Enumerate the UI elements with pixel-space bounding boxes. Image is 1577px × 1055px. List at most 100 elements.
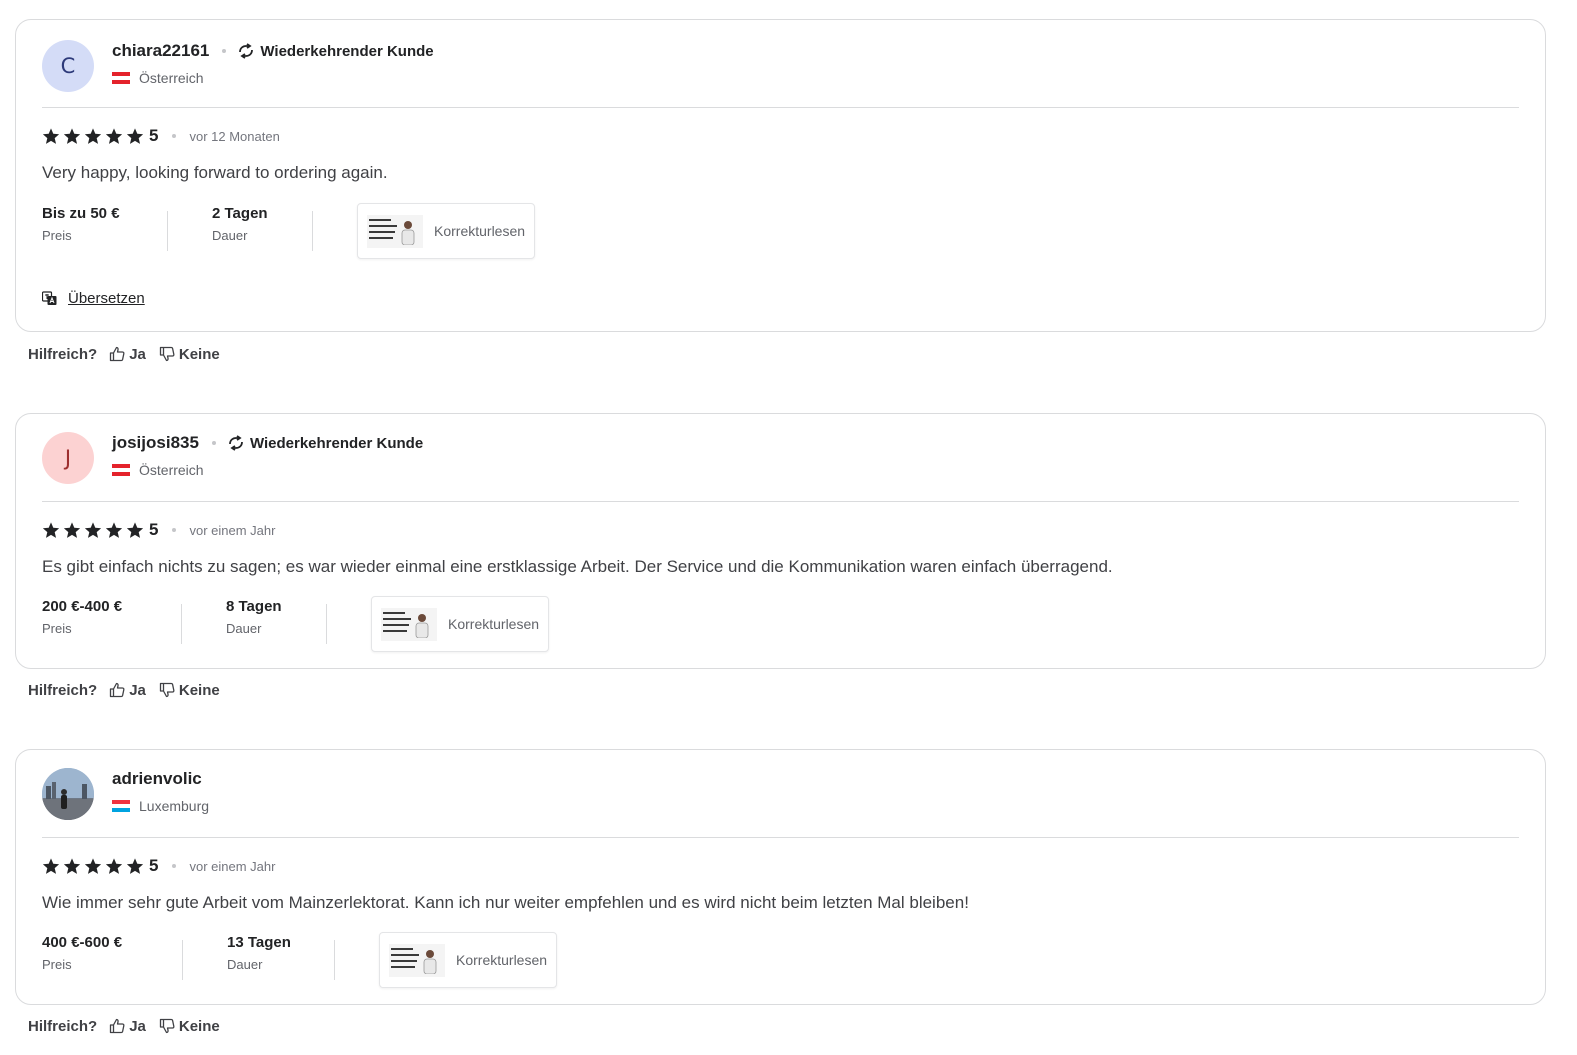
name-row: adrienvolic [112, 768, 202, 790]
review-meta: 400 €-600 € Preis 13 Tagen Dauer Korrekt… [42, 932, 558, 988]
name-row: josijosi835 Wiederkehrender Kunde [112, 432, 423, 454]
star-icon [63, 521, 81, 538]
helpful-no-label[interactable]: Keine [179, 682, 220, 699]
divider [42, 837, 1519, 838]
repeat-customer-label: Wiederkehrender Kunde [260, 42, 434, 60]
star-icon [42, 521, 60, 538]
translate-link[interactable]: Übersetzen [42, 290, 145, 307]
gig-card[interactable]: Korrekturlesen [357, 203, 536, 259]
price-value: Bis zu 50 € [42, 205, 120, 222]
flag-icon [112, 464, 130, 476]
meta-separator [312, 211, 313, 251]
helpful-no-button[interactable]: Keine [159, 682, 220, 699]
flag-icon [112, 72, 130, 84]
repeat-customer-badge: Wiederkehrender Kunde [227, 435, 423, 452]
star-icon [42, 127, 60, 144]
price-block: 200 €-400 € Preis [42, 596, 181, 636]
star-icon [105, 857, 123, 874]
gig-title[interactable]: Korrekturlesen [448, 616, 539, 632]
translate-icon [42, 291, 57, 305]
avatar[interactable] [42, 768, 94, 820]
duration-block: 2 Tagen Dauer [212, 203, 312, 243]
meta-separator [326, 604, 327, 644]
duration-block: 13 Tagen Dauer [227, 932, 334, 972]
rating-score: 5 [149, 126, 159, 145]
rating-row: 5 vor 12 Monaten [42, 126, 280, 146]
thumbs-up-icon [110, 682, 125, 698]
translate-label[interactable]: Übersetzen [68, 290, 145, 307]
price-value: 200 €-400 € [42, 598, 123, 615]
price-label: Preis [42, 228, 72, 243]
review-card: adrienvolic Luxemburg 5 vor einem Jahr W… [15, 749, 1546, 1005]
helpful-yes-button[interactable]: Ja [109, 1018, 146, 1035]
divider [42, 107, 1519, 108]
thumbs-down-icon [159, 682, 175, 698]
star-icon [84, 127, 102, 144]
helpful-yes-button[interactable]: Ja [109, 682, 146, 699]
helpful-yes-label[interactable]: Ja [129, 682, 146, 699]
separator-dot [172, 134, 177, 138]
price-label: Preis [42, 621, 72, 636]
username[interactable]: chiara22161 [112, 41, 209, 61]
helpful-no-button[interactable]: Keine [159, 346, 220, 363]
duration-label: Dauer [227, 957, 263, 972]
helpful-yes-label[interactable]: Ja [129, 346, 146, 363]
rating-row: 5 vor einem Jahr [42, 520, 275, 540]
thumbs-down-icon [159, 1018, 175, 1034]
review-meta: 200 €-400 € Preis 8 Tagen Dauer Korrektu… [42, 596, 550, 652]
helpful-label: Hilfreich? [28, 1017, 98, 1035]
duration-block: 8 Tagen Dauer [226, 596, 326, 636]
review-time: vor 12 Monaten [189, 128, 280, 144]
helpful-label: Hilfreich? [28, 681, 98, 699]
gig-title[interactable]: Korrekturlesen [434, 223, 525, 239]
helpful-row: Hilfreich? Ja Keine [28, 680, 233, 700]
meta-separator [167, 211, 168, 251]
repeat-icon [239, 43, 254, 59]
gig-title[interactable]: Korrekturlesen [456, 952, 547, 968]
review-card: C chiara22161 Wiederkehrender Kunde Öste… [15, 19, 1546, 332]
duration-label: Dauer [226, 621, 262, 636]
helpful-yes-label[interactable]: Ja [129, 1018, 146, 1035]
username[interactable]: josijosi835 [112, 433, 199, 453]
username[interactable]: adrienvolic [112, 769, 202, 789]
helpful-no-label[interactable]: Keine [179, 346, 220, 363]
avatar-photo [42, 768, 94, 820]
price-block: Bis zu 50 € Preis [42, 203, 167, 243]
rating-score: 5 [149, 520, 159, 539]
helpful-no-button[interactable]: Keine [159, 1018, 220, 1035]
avatar[interactable]: J [42, 432, 94, 484]
gig-card[interactable]: Korrekturlesen [371, 596, 550, 652]
thumbs-up-icon [110, 346, 125, 362]
gig-card[interactable]: Korrekturlesen [379, 932, 558, 988]
divider [42, 501, 1519, 502]
helpful-no-label[interactable]: Keine [179, 1018, 220, 1035]
country-row: Österreich [112, 70, 204, 86]
price-value: 400 €-600 € [42, 934, 123, 951]
helpful-row: Hilfreich? Ja Keine [28, 344, 233, 364]
avatar[interactable]: C [42, 40, 94, 92]
star-rating [42, 857, 147, 875]
rating-row: 5 vor einem Jahr [42, 856, 275, 876]
review-text: Es gibt einfach nichts zu sagen; es war … [42, 557, 1113, 576]
duration-label: Dauer [212, 228, 248, 243]
separator-dot [222, 49, 227, 53]
duration-value: 2 Tagen [212, 205, 268, 222]
review-time: vor einem Jahr [189, 858, 276, 874]
helpful-yes-button[interactable]: Ja [109, 346, 146, 363]
repeat-customer-badge: Wiederkehrender Kunde [237, 42, 434, 60]
helpful-label: Hilfreich? [28, 345, 98, 363]
gig-thumbnail [381, 607, 437, 641]
country-name: Österreich [139, 70, 204, 86]
country-name: Luxemburg [139, 798, 210, 814]
review-text: Wie immer sehr gute Arbeit vom Mainzerle… [42, 893, 969, 912]
helpful-row: Hilfreich? Ja Keine [28, 1016, 233, 1036]
rating-score: 5 [149, 856, 159, 875]
star-icon [63, 857, 81, 874]
price-block: 400 €-600 € Preis [42, 932, 182, 972]
repeat-customer-label: Wiederkehrender Kunde [249, 434, 424, 452]
star-icon [105, 521, 123, 538]
thumbs-down-icon [159, 346, 175, 362]
country-name: Österreich [139, 462, 204, 478]
name-row: chiara22161 Wiederkehrender Kunde [112, 40, 434, 62]
meta-separator [181, 604, 182, 644]
